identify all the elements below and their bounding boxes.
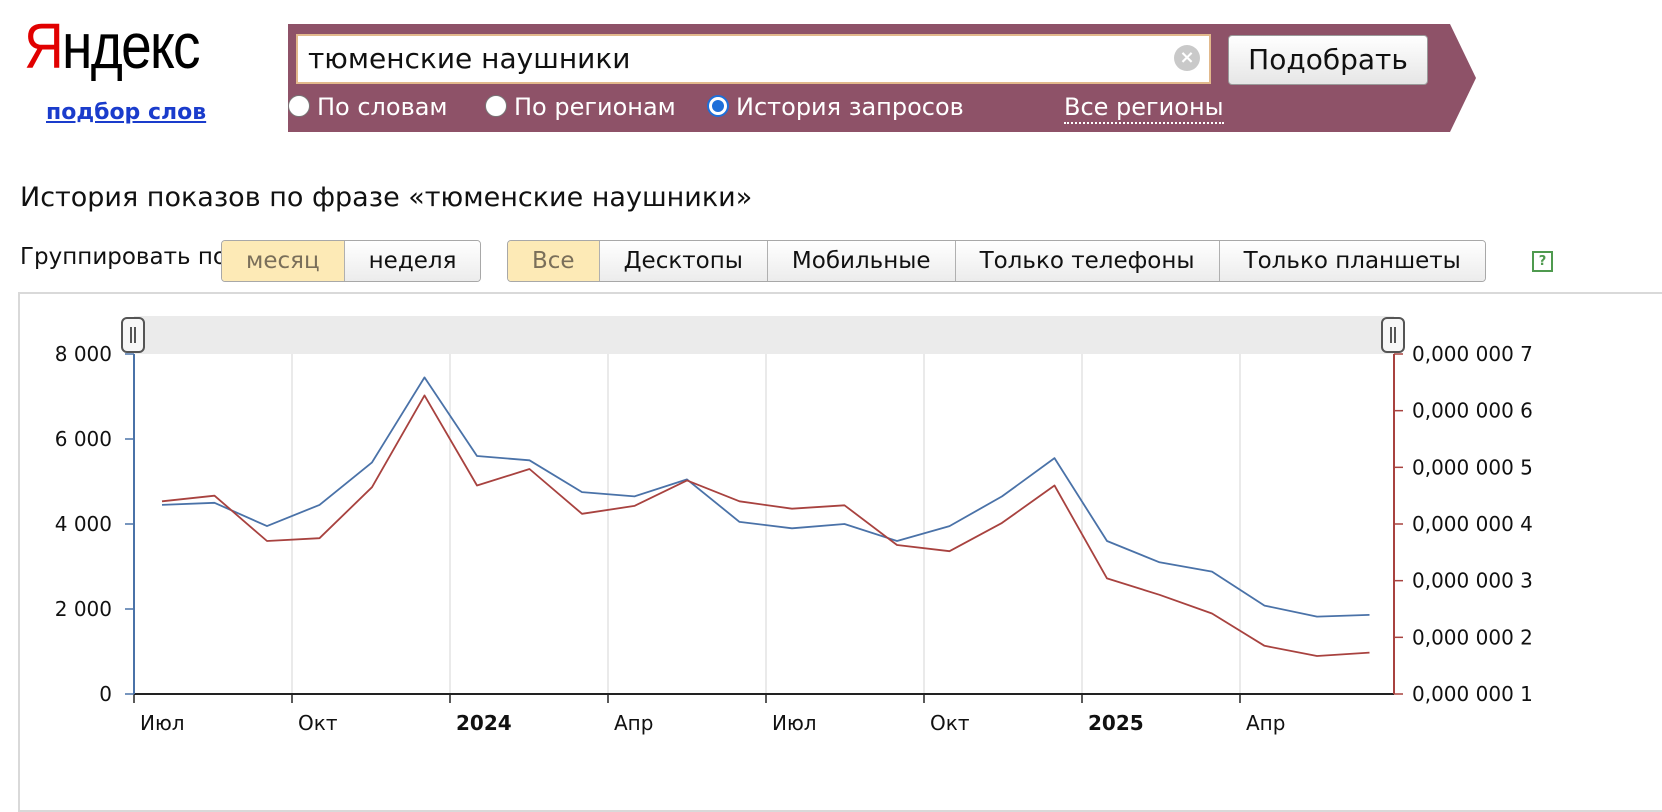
group-by-toggle: месяц неделя (221, 240, 482, 282)
device-all-button[interactable]: Все (508, 241, 599, 281)
range-selector-band (134, 316, 1394, 354)
y-left-tick-label: 4 000 (55, 512, 112, 536)
y-right-tick-label: 0,000 000 5 (1412, 455, 1533, 479)
radio-icon[interactable] (485, 95, 507, 117)
mode-by-regions[interactable]: По регионам (485, 92, 676, 122)
group-week-button[interactable]: неделя (343, 241, 481, 281)
device-phones-button[interactable]: Только телефоны (954, 241, 1219, 281)
radio-icon[interactable] (288, 95, 310, 117)
mode-history[interactable]: История запросов (707, 92, 964, 122)
device-tablets-button[interactable]: Только планшеты (1218, 241, 1485, 281)
x-tick-label: Апр (614, 711, 653, 735)
y-right-tick-label: 0,000 000 4 (1412, 512, 1533, 536)
mode-by-words[interactable]: По словам (288, 92, 448, 122)
device-desktop-button[interactable]: Десктопы (598, 241, 767, 281)
y-right-tick-label: 0,000 000 2 (1412, 625, 1533, 649)
y-right-tick-label: 0,000 000 3 (1412, 569, 1533, 593)
help-icon[interactable]: ? (1532, 251, 1553, 272)
y-left-tick-label: 8 000 (55, 342, 112, 366)
search-input[interactable]: тюменские наушники (296, 34, 1211, 84)
yandex-logo[interactable]: Яндекс (24, 6, 200, 86)
x-tick-label: Апр (1246, 711, 1285, 735)
chart-panel: Июл Окт 2024 Апр Июл Окт 2025 Апр 8 000 6 000 4 00… (18, 292, 1662, 812)
y-left-tick-label: 6 000 (55, 427, 112, 451)
wordstat-link[interactable]: подбор слов (46, 100, 206, 125)
y-left-tick-label: 2 000 (55, 597, 112, 621)
clear-icon[interactable]: × (1174, 45, 1200, 71)
x-tick-label: Июл (772, 711, 817, 735)
search-button[interactable]: Подобрать (1228, 35, 1428, 85)
x-tick-label: Июл (140, 711, 185, 735)
group-by-label: Группировать по: (20, 244, 235, 270)
regions-link[interactable]: Все регионы (1064, 92, 1224, 124)
y-left-tick-label: 0 (99, 682, 112, 706)
range-handle-right-icon[interactable] (1381, 317, 1405, 353)
device-filter: Все Десктопы Мобильные Только телефоны Т… (507, 240, 1486, 282)
x-tick-label: Окт (298, 711, 338, 735)
x-tick-label: 2024 (456, 711, 512, 735)
x-tick-label: Окт (930, 711, 970, 735)
device-mobile-button[interactable]: Мобильные (766, 241, 955, 281)
range-handle-left-icon[interactable] (121, 317, 145, 353)
x-tick-label: 2025 (1088, 711, 1144, 735)
radio-selected-icon[interactable] (707, 95, 729, 117)
history-chart: Июл Окт 2024 Апр Июл Окт 2025 Апр 8 000 6 000 4 00… (55, 316, 1533, 735)
y-right-tick-label: 0,000 000 7 (1412, 342, 1533, 366)
y-right-tick-label: 0,000 000 6 (1412, 399, 1533, 423)
group-month-button[interactable]: месяц (222, 241, 344, 281)
page-title: История показов по фразе «тюменские науш… (20, 182, 753, 213)
y-right-tick-label: 0,000 000 1 (1412, 682, 1533, 706)
